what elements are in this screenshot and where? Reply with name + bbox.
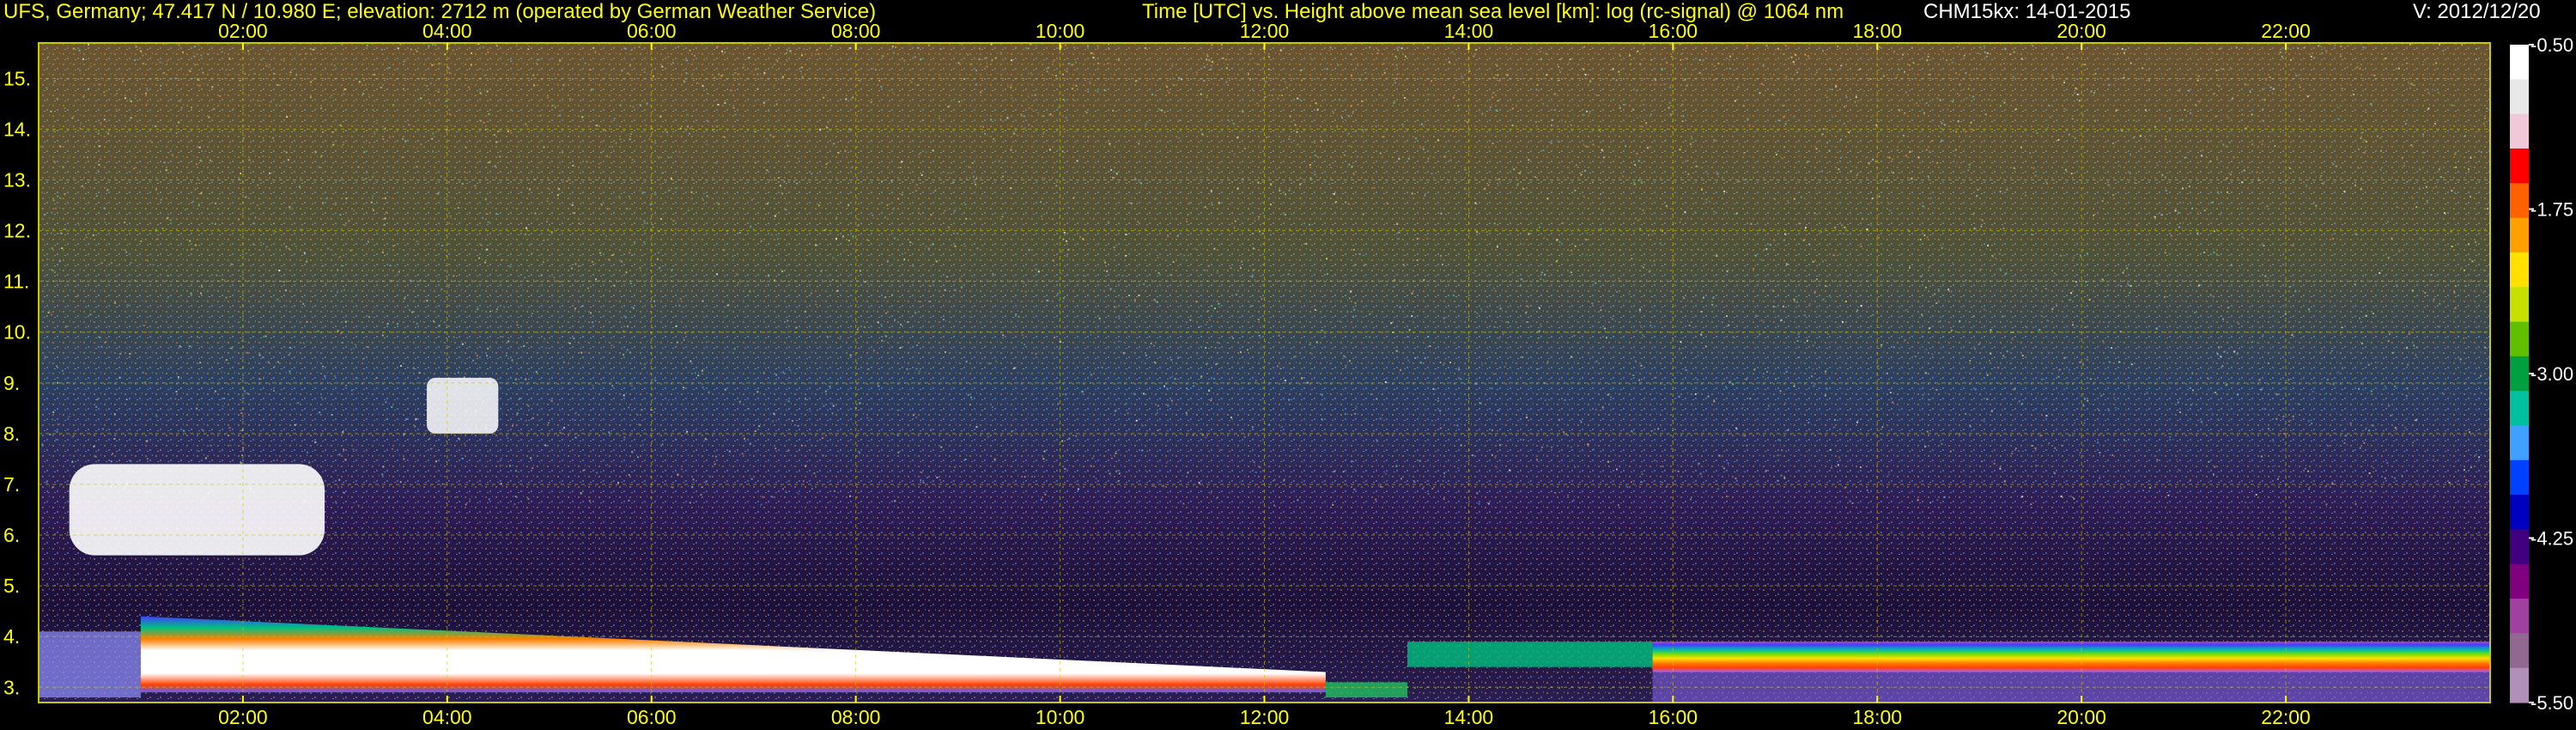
y-tick-label: 9. [3,372,20,394]
x-tick-label-bottom: 02:00 [218,706,268,728]
x-tick-label-bottom: 22:00 [2261,706,2311,728]
colorbar: -0.50 -1.75 -3.00 -4.25 -5.50 [2510,34,2573,714]
x-tick-label-bottom: 06:00 [627,706,677,728]
colorbar-tick-label: -1.75 [2530,199,2573,221]
x-tick-label-top: 14:00 [1444,20,1494,42]
x-tick-label-bottom: 14:00 [1444,706,1494,728]
colorbar-tick-label: -5.50 [2530,692,2573,714]
x-tick-label-bottom: 04:00 [422,706,472,728]
y-tick-label: 14. [3,118,31,140]
near-ground-signal [1325,682,1408,698]
x-tick-label-bottom: 18:00 [1852,706,1902,728]
colorbar-segment [2510,183,2529,219]
x-tick-label-top: 18:00 [1852,20,1902,42]
x-tick-label-top: 06:00 [627,20,677,42]
cloud-layer [427,377,499,434]
colorbar-segment [2510,321,2529,357]
x-tick-label-bottom: 20:00 [2057,706,2106,728]
y-tick-label: 8. [3,423,20,445]
colorbar-segment [2510,287,2529,323]
x-tick-label-bottom: 08:00 [831,706,881,728]
x-tick-label-bottom: 12:00 [1240,706,1290,728]
x-tick-label-top: 22:00 [2261,20,2311,42]
colorbar-segment [2510,529,2529,565]
x-tick-label-bottom: 10:00 [1036,706,1085,728]
colorbar-segment [2510,217,2529,253]
y-tick-label: 5. [3,575,20,597]
x-tick-label-top: 12:00 [1240,20,1290,42]
colorbar-segment [2510,495,2529,531]
transition-layer [1407,642,1653,667]
colorbar-tick-label: -0.50 [2530,34,2573,56]
colorbar-segment [2510,459,2529,496]
colorbar-segment [2510,79,2529,115]
x-tick-label-top: 08:00 [831,20,881,42]
y-tick-label: 6. [3,524,20,546]
y-tick-label: 12. [3,220,31,242]
y-tick-label: 11. [3,271,29,293]
colorbar-segment [2510,148,2529,184]
cloud-layer [69,464,325,556]
y-tick-label: 3. [3,676,20,698]
colorbar-segment [2510,599,2529,634]
colorbar-segment [2510,45,2529,80]
colorbar-segment [2510,356,2529,392]
y-tick-label: 15. [3,67,31,89]
colorbar-tick-label: -3.00 [2530,363,2573,385]
y-tick-label: 13. [3,169,31,192]
colorbar-segment [2510,563,2529,599]
x-tick-label-bottom: 16:00 [1649,706,1698,728]
x-tick-label-top: 02:00 [218,20,268,42]
x-tick-label-top: 10:00 [1036,20,1085,42]
elevated-layer [1652,642,2490,672]
y-tick-label: 4. [3,625,20,648]
colorbar-tick-label: -4.25 [2530,528,2573,550]
x-tick-label-top: 16:00 [1649,20,1698,42]
x-tick-label-top: 20:00 [2057,20,2106,42]
colorbar-segment [2510,391,2529,427]
colorbar-segment [2510,252,2529,288]
colorbar-segment [2510,667,2529,703]
x-tick-label-top: 04:00 [422,20,472,42]
colorbar-segment [2510,425,2529,461]
y-tick-label: 10. [3,321,31,344]
lidar-backscatter-chart: 02:00 02:00 04:00 04:00 06:00 06:00 08:00 08:00… [3,20,2573,728]
y-tick-label: 7. [3,473,20,496]
colorbar-segment [2510,633,2529,669]
colorbar-segment [2510,113,2529,149]
